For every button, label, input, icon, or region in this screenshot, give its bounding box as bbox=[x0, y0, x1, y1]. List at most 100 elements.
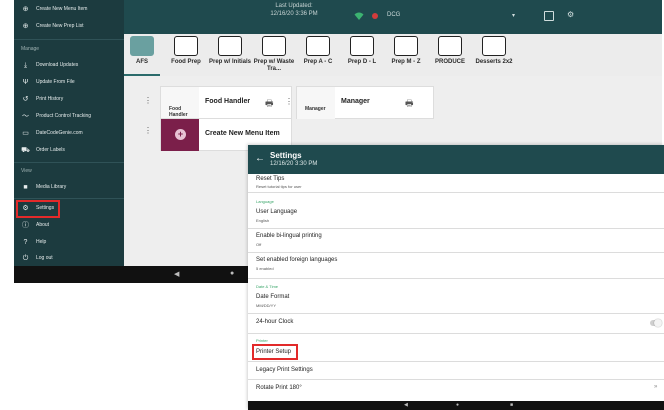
drawer-item-log-out[interactable]: ⏻ Log out bbox=[14, 251, 124, 267]
more-options-icon[interactable]: ⋮ bbox=[144, 126, 152, 135]
setting-foreign-languages[interactable]: Set enabled foreign languages 5 enabled bbox=[248, 255, 664, 275]
drawer-item-label: Update From File bbox=[36, 79, 75, 85]
back-arrow-icon[interactable]: ← bbox=[255, 153, 265, 164]
setting-user-language[interactable]: User Language English bbox=[248, 207, 664, 227]
settings-datetime: 12/16/20 3:30 PM bbox=[270, 161, 318, 167]
category-prep-d-l[interactable]: Prep D - L bbox=[344, 34, 380, 76]
category-afs[interactable]: AFS bbox=[124, 34, 160, 76]
wifi-icon bbox=[354, 12, 364, 20]
setting-title: 24-hour Clock bbox=[256, 319, 294, 325]
category-prep-m-z[interactable]: Prep M - Z bbox=[388, 34, 424, 76]
category-produce[interactable]: PRODUCE bbox=[432, 34, 468, 76]
page-title: Settings bbox=[270, 151, 302, 160]
setting-bilingual-printing[interactable]: Enable bi-lingual printing Off bbox=[248, 231, 664, 251]
navigation-drawer: ⊕ Create New Menu Item ⊕ Create New Prep… bbox=[14, 0, 124, 266]
setting-rotate-print[interactable]: Rotate Print 180° bbox=[248, 382, 664, 396]
setting-value: English bbox=[256, 218, 270, 223]
setting-24-hour-clock[interactable]: 24-hour Clock bbox=[248, 316, 664, 330]
divider bbox=[248, 278, 664, 279]
drawer-item-update-from-file[interactable]: Ψ Update From File bbox=[14, 75, 124, 91]
more-options-icon[interactable]: ⋮ bbox=[285, 97, 293, 106]
nav-back-icon[interactable]: ◀ bbox=[174, 270, 179, 278]
drawer-item-order-labels[interactable]: ⛟ Order Labels bbox=[14, 143, 124, 159]
last-updated-label: Last Updated: bbox=[275, 3, 313, 9]
divider bbox=[248, 252, 664, 253]
category-label: Prep M - Z bbox=[391, 59, 421, 65]
category-label: PRODUCE bbox=[434, 59, 465, 65]
nav-back-icon[interactable]: ◀ bbox=[404, 402, 408, 408]
setting-value: Off bbox=[256, 242, 262, 247]
nav-home-icon[interactable]: ● bbox=[230, 270, 234, 277]
last-updated: Last Updated: 12/16/20 3:36 PM bbox=[262, 2, 326, 18]
drawer-item-print-history[interactable]: ↺ Print History bbox=[14, 92, 124, 108]
category-prep-a-c[interactable]: Prep A - C bbox=[300, 34, 336, 76]
drawer-item-help[interactable]: ? Help bbox=[14, 235, 124, 251]
drawer-item-product-control[interactable]: 〜 Product Control Tracking bbox=[14, 109, 124, 125]
category-food-prep[interactable]: Food Prep bbox=[168, 34, 204, 76]
active-category-indicator bbox=[124, 74, 160, 76]
divider bbox=[14, 39, 124, 40]
settings-header: ← Settings 12/16/20 3:30 PM bbox=[248, 145, 664, 174]
settings-screenshot: ← Settings 12/16/20 3:30 PM Reset Tips R… bbox=[248, 145, 664, 410]
drawer-item-create-menu-item[interactable]: ⊕ Create New Menu Item bbox=[14, 2, 124, 18]
category-label: Prep w/ Waste Tra... bbox=[253, 59, 295, 72]
drawer-item-about[interactable]: ⓘ About bbox=[14, 218, 124, 234]
nav-recents-icon[interactable]: ■ bbox=[510, 402, 513, 408]
more-options-icon[interactable]: ⋮ bbox=[144, 96, 152, 105]
item-thumbnail: Food Handler bbox=[161, 87, 199, 119]
category-label: Prep A - C bbox=[303, 59, 333, 65]
setting-value: 5 enabled bbox=[256, 266, 274, 271]
drawer-item-label: Order Labels bbox=[36, 147, 65, 153]
setting-title: Legacy Print Settings bbox=[256, 367, 313, 373]
thumbnail-caption: Food Handler bbox=[169, 106, 188, 118]
print-icon[interactable]: 🖶 bbox=[265, 96, 274, 112]
nav-home-icon[interactable]: ● bbox=[456, 402, 459, 408]
divider bbox=[14, 198, 124, 199]
section-header-printer: Printer bbox=[256, 338, 268, 343]
gear-icon[interactable]: ⚙ bbox=[567, 10, 574, 19]
drawer-item-create-prep-list[interactable]: ⊕ Create New Prep List bbox=[14, 19, 124, 35]
setting-date-format[interactable]: Date Format MM/DD/YY bbox=[248, 292, 664, 312]
category-desserts[interactable]: Desserts 2x2 bbox=[475, 34, 513, 76]
category-label: Desserts 2x2 bbox=[475, 59, 513, 65]
category-image bbox=[394, 36, 418, 56]
item-thumbnail: + bbox=[161, 119, 199, 151]
copy-icon[interactable] bbox=[544, 11, 554, 21]
category-label: AFS bbox=[136, 59, 148, 65]
folder-icon: ■ bbox=[23, 184, 28, 191]
category-image bbox=[218, 36, 242, 56]
menu-item-card-manager[interactable]: Manager Manager 🖶 bbox=[296, 86, 434, 119]
status-dot-icon bbox=[372, 13, 378, 19]
setting-title: Date Format bbox=[256, 294, 290, 300]
download-icon: ⤓ bbox=[23, 62, 28, 69]
category-prep-initials[interactable]: Prep w/ Initials bbox=[209, 34, 251, 76]
system-nav-bar: ◀ ● ■ bbox=[248, 401, 664, 410]
setting-title: Enable bi-lingual printing bbox=[256, 233, 322, 239]
drawer-item-label: Create New Menu Item bbox=[36, 6, 88, 12]
category-prep-waste[interactable]: Prep w/ Waste Tra... bbox=[254, 34, 294, 76]
divider bbox=[248, 361, 664, 362]
divider bbox=[248, 379, 664, 380]
setting-printer-setup[interactable]: Printer Setup bbox=[248, 346, 664, 360]
user-initials[interactable]: DCG bbox=[387, 12, 400, 18]
drawer-item-label: Download Updates bbox=[36, 62, 79, 68]
drawer-item-label: Help bbox=[36, 239, 47, 245]
setting-title: Reset Tips bbox=[256, 176, 285, 182]
setting-title: Rotate Print 180° bbox=[256, 385, 302, 391]
last-updated-value: 12/16/20 3:36 PM bbox=[270, 11, 318, 17]
print-icon[interactable]: 🖶 bbox=[405, 96, 414, 112]
drawer-item-download-updates[interactable]: ⤓ Download Updates bbox=[14, 58, 124, 74]
chevron-down-icon[interactable]: ▾ bbox=[512, 12, 515, 19]
category-label: Prep D - L bbox=[347, 59, 377, 65]
drawer-item-media-library[interactable]: ■ Media Library bbox=[14, 180, 124, 196]
divider bbox=[248, 313, 664, 314]
trend-icon: 〜 bbox=[22, 113, 29, 120]
divider bbox=[14, 162, 124, 163]
plus-icon: + bbox=[175, 129, 186, 140]
category-image bbox=[306, 36, 330, 56]
menu-item-card-food-handler[interactable]: Food Handler Food Handler 🖶 ⋮ bbox=[160, 86, 293, 119]
setting-reset-tips[interactable]: Reset Tips Reset tutorial tips for user bbox=[248, 174, 664, 194]
setting-legacy-print[interactable]: Legacy Print Settings bbox=[248, 364, 664, 378]
drawer-item-website[interactable]: ▭ DateCodeGenie.com bbox=[14, 126, 124, 142]
category-image bbox=[482, 36, 506, 56]
